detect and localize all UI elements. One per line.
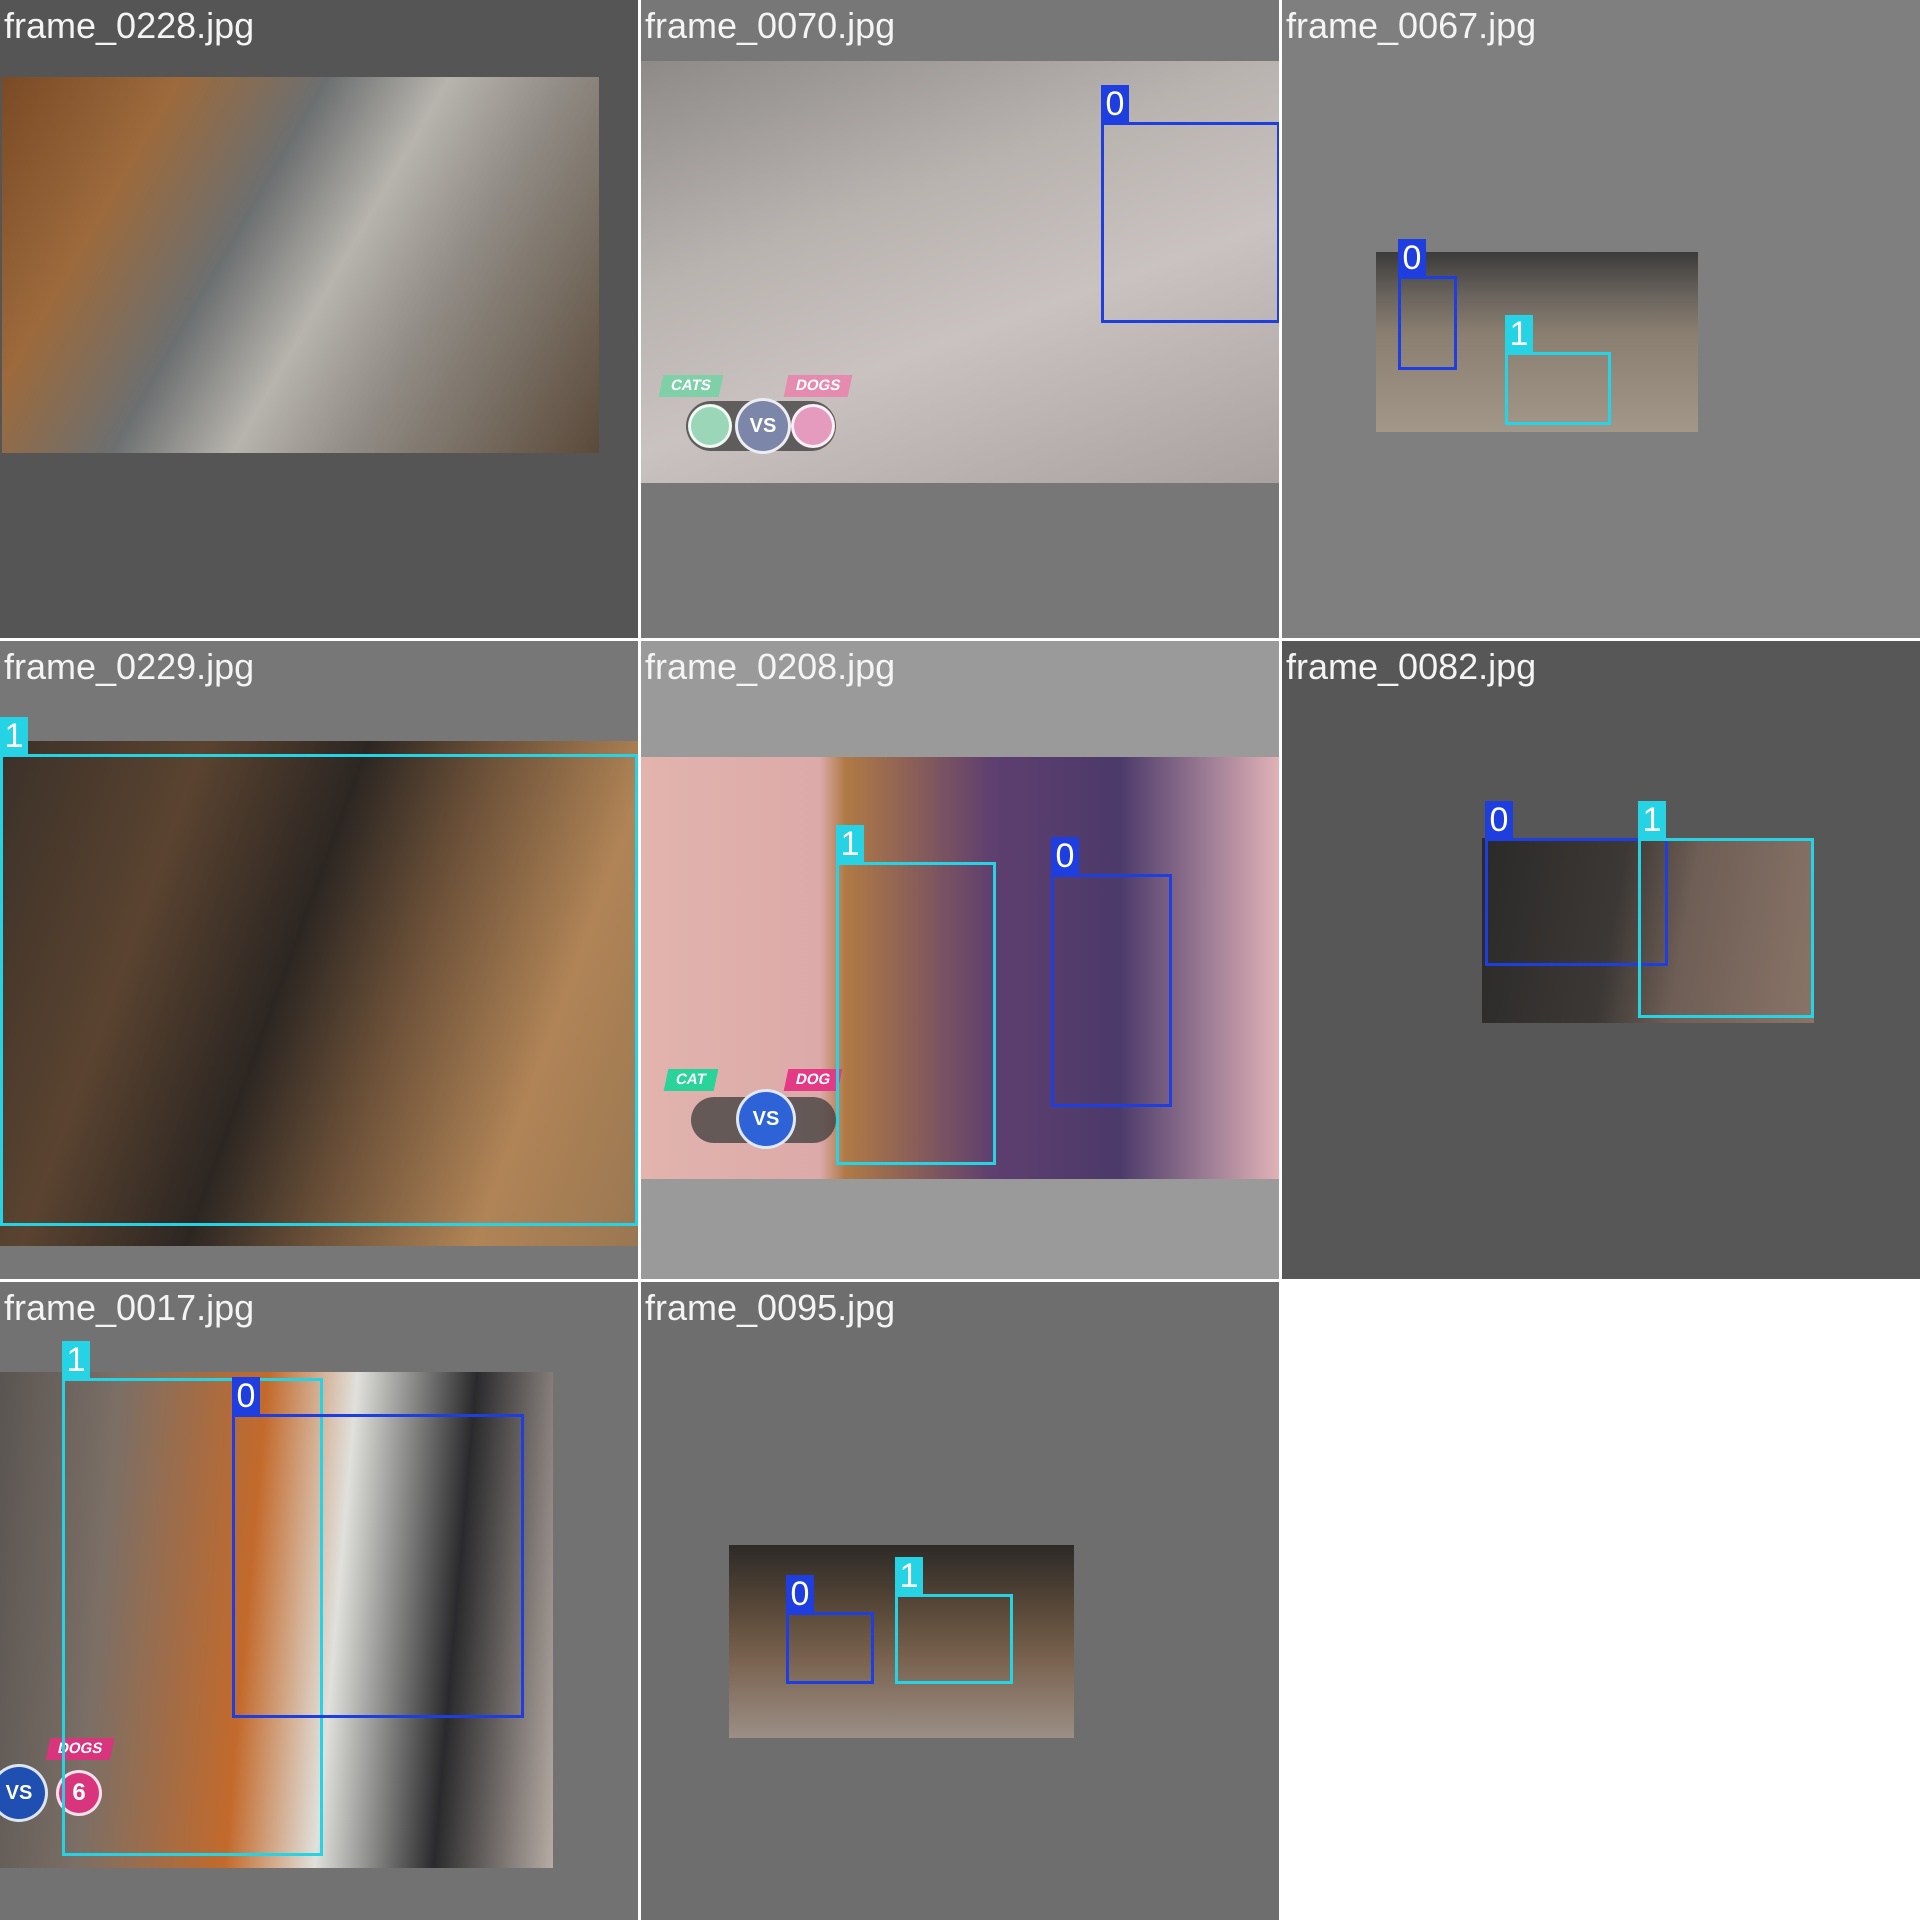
detection-box-class-1: 1 [836,825,996,1165]
detection-box-class-0: 0 [1101,85,1279,323]
detection-label: 0 [1051,837,1079,875]
detection-box-class-1: 1 [0,717,638,1226]
detection-box-class-1: 1 [895,1557,1013,1684]
detection-label: 1 [895,1557,923,1595]
grid-tile: 1 frame_0229.jpg [0,641,638,1279]
overlay-tag-dog: DOG [783,1069,843,1091]
tile-title: frame_0017.jpg [4,1287,255,1328]
overlay-tag-dogs: DOGS [783,375,853,397]
detection-label: 1 [62,1341,90,1379]
detection-label: 1 [1505,315,1533,353]
tile-title: frame_0067.jpg [1286,5,1537,46]
grid-tile: DOGS VS 6 1 0 frame_0017.jpg [0,1282,638,1920]
grid-tile: CATS DOGS VS 0 frame_0070.jpg [641,0,1279,638]
overlay-tag-cat: CAT [663,1069,719,1091]
detection-label: 0 [1398,239,1426,277]
tile-title: frame_0229.jpg [4,646,255,687]
overlay-dogs-circle [791,404,835,448]
detection-label: 0 [1101,85,1129,123]
overlay-cats-circle [688,404,732,448]
tile-title: frame_0208.jpg [645,646,896,687]
overlay-tag-cats: CATS [658,375,724,397]
detection-box-class-0: 0 [786,1575,874,1684]
tile-title: frame_0228.jpg [4,5,255,46]
detection-box-class-0: 0 [232,1377,524,1718]
detection-box-class-1: 1 [1505,315,1611,425]
detection-box-class-0: 0 [1051,837,1172,1107]
detection-label: 1 [1638,801,1666,839]
grid-tile: 0 1 frame_0082.jpg [1282,641,1920,1279]
overlay-vs-circle: VS [735,398,791,454]
detection-label: 0 [1485,801,1513,839]
detection-box-class-0: 0 [1398,239,1457,370]
overlay-vs-circle: VS [0,1764,48,1822]
tile-title: frame_0082.jpg [1286,646,1537,687]
detection-box-class-1: 1 [1638,801,1814,1018]
overlay-vs-circle: VS [736,1089,796,1149]
detection-label: 0 [232,1377,260,1415]
grid-tile: frame_0228.jpg [0,0,638,638]
frame-image [2,77,599,453]
grid-tile: CAT DOG VS 1 0 frame_0208.jpg [641,641,1279,1279]
image-grid: frame_0228.jpg CATS DOGS VS 0 frame_0070… [0,0,1920,1920]
detection-label: 0 [786,1575,814,1613]
tile-title: frame_0070.jpg [645,5,896,46]
detection-label: 1 [836,825,864,863]
grid-tile: 0 1 frame_0067.jpg [1282,0,1920,638]
detection-label: 1 [0,717,28,755]
grid-tile: 0 1 frame_0095.jpg [641,1282,1279,1920]
tile-title: frame_0095.jpg [645,1287,896,1328]
